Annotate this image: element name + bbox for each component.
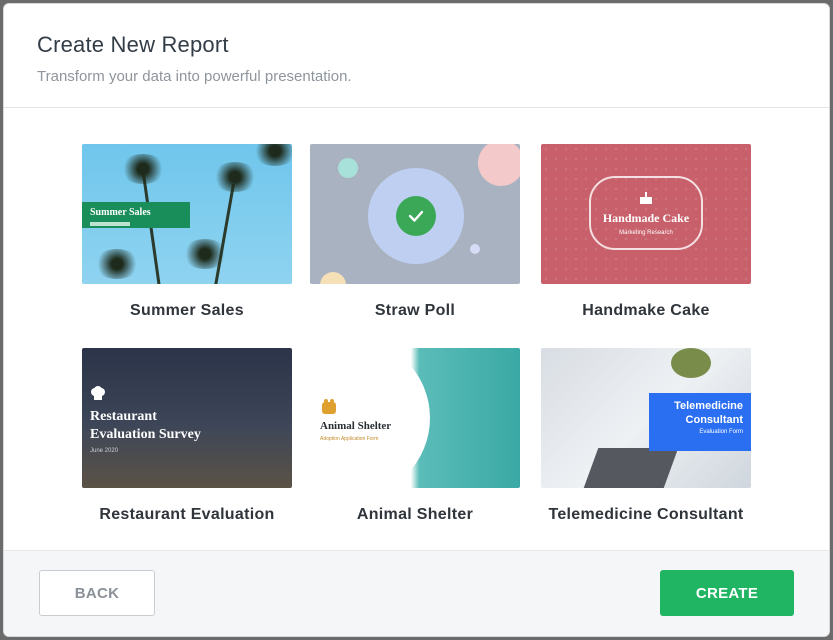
cake-label-frame: Handmade Cake Marketing Research bbox=[589, 176, 703, 250]
template-thumbnail[interactable]: Summer Sales bbox=[82, 144, 292, 284]
template-label: Straw Poll bbox=[374, 302, 456, 319]
template-card-handmake-cake[interactable]: Handmade Cake Marketing Research Handmak… bbox=[541, 144, 751, 320]
palm-leaves-graphic bbox=[252, 144, 292, 166]
template-thumbnail[interactable]: Telemedicine Consultant Evaluation Form bbox=[541, 348, 751, 488]
template-label: Telemedicine Consultant bbox=[548, 506, 744, 523]
thumb-subtitle-bar bbox=[90, 222, 130, 226]
template-thumbnail[interactable]: Animal Shelter Adoption Application Form bbox=[310, 348, 520, 488]
chef-hat-icon bbox=[91, 386, 105, 400]
laptop-graphic bbox=[583, 448, 679, 488]
palm-tree-graphic bbox=[212, 183, 235, 284]
template-thumbnail[interactable]: Restaurant Evaluation Survey June 2020 bbox=[82, 348, 292, 488]
template-thumbnail[interactable]: Handmade Cake Marketing Research bbox=[541, 144, 751, 284]
palm-leaves-graphic bbox=[120, 154, 166, 184]
dialog-subtitle: Transform your data into powerful presen… bbox=[37, 68, 352, 85]
template-card-animal-shelter[interactable]: Animal Shelter Adoption Application Form… bbox=[310, 348, 520, 524]
check-icon bbox=[396, 196, 436, 236]
decor-circle bbox=[478, 144, 520, 186]
palm-leaves-graphic bbox=[94, 249, 140, 279]
template-card-summer-sales[interactable]: Summer Sales Summer Sales bbox=[82, 144, 292, 320]
template-label: Animal Shelter bbox=[356, 506, 474, 523]
palm-leaves-graphic bbox=[212, 162, 258, 192]
palm-leaves-graphic bbox=[182, 239, 228, 269]
decor-circle bbox=[320, 272, 346, 284]
create-report-dialog: Create New Report Transform your data in… bbox=[3, 3, 830, 637]
palm-tree-graphic bbox=[142, 173, 162, 284]
decor-circle bbox=[338, 158, 358, 178]
template-card-straw-poll[interactable]: Straw Poll bbox=[310, 144, 520, 320]
plant-graphic bbox=[671, 348, 711, 378]
thumb-title: Restaurant Evaluation Survey bbox=[90, 409, 201, 442]
thumb-subtitle: Adoption Application Form bbox=[320, 436, 379, 442]
template-label: Restaurant Evaluation bbox=[99, 506, 275, 523]
cake-icon bbox=[640, 191, 652, 204]
template-label: Handmake Cake bbox=[582, 302, 710, 319]
template-thumbnail[interactable] bbox=[310, 144, 520, 284]
paw-icon bbox=[322, 399, 336, 414]
thumb-title-box: Telemedicine Consultant Evaluation Form bbox=[649, 393, 751, 451]
thumb-title: Handmade Cake bbox=[602, 210, 690, 225]
create-button[interactable]: CREATE bbox=[660, 570, 794, 616]
template-card-restaurant-evaluation[interactable]: Restaurant Evaluation Survey June 2020 R… bbox=[82, 348, 292, 524]
dialog-title: Create New Report bbox=[37, 32, 229, 57]
template-card-telemedicine-consultant[interactable]: Telemedicine Consultant Evaluation Form … bbox=[541, 348, 751, 524]
dialog-footer: BACK CREATE bbox=[4, 550, 829, 636]
dialog-header: Create New Report Transform your data in… bbox=[4, 4, 829, 108]
thumb-title: Animal Shelter bbox=[320, 420, 392, 432]
thumb-subtitle: Marketing Research bbox=[619, 229, 673, 236]
decor-circle bbox=[470, 244, 480, 254]
template-label: Summer Sales bbox=[130, 302, 244, 319]
back-button[interactable]: BACK bbox=[39, 570, 155, 616]
white-arc-shape bbox=[310, 348, 430, 488]
thumb-subtitle: June 2020 bbox=[90, 448, 119, 454]
